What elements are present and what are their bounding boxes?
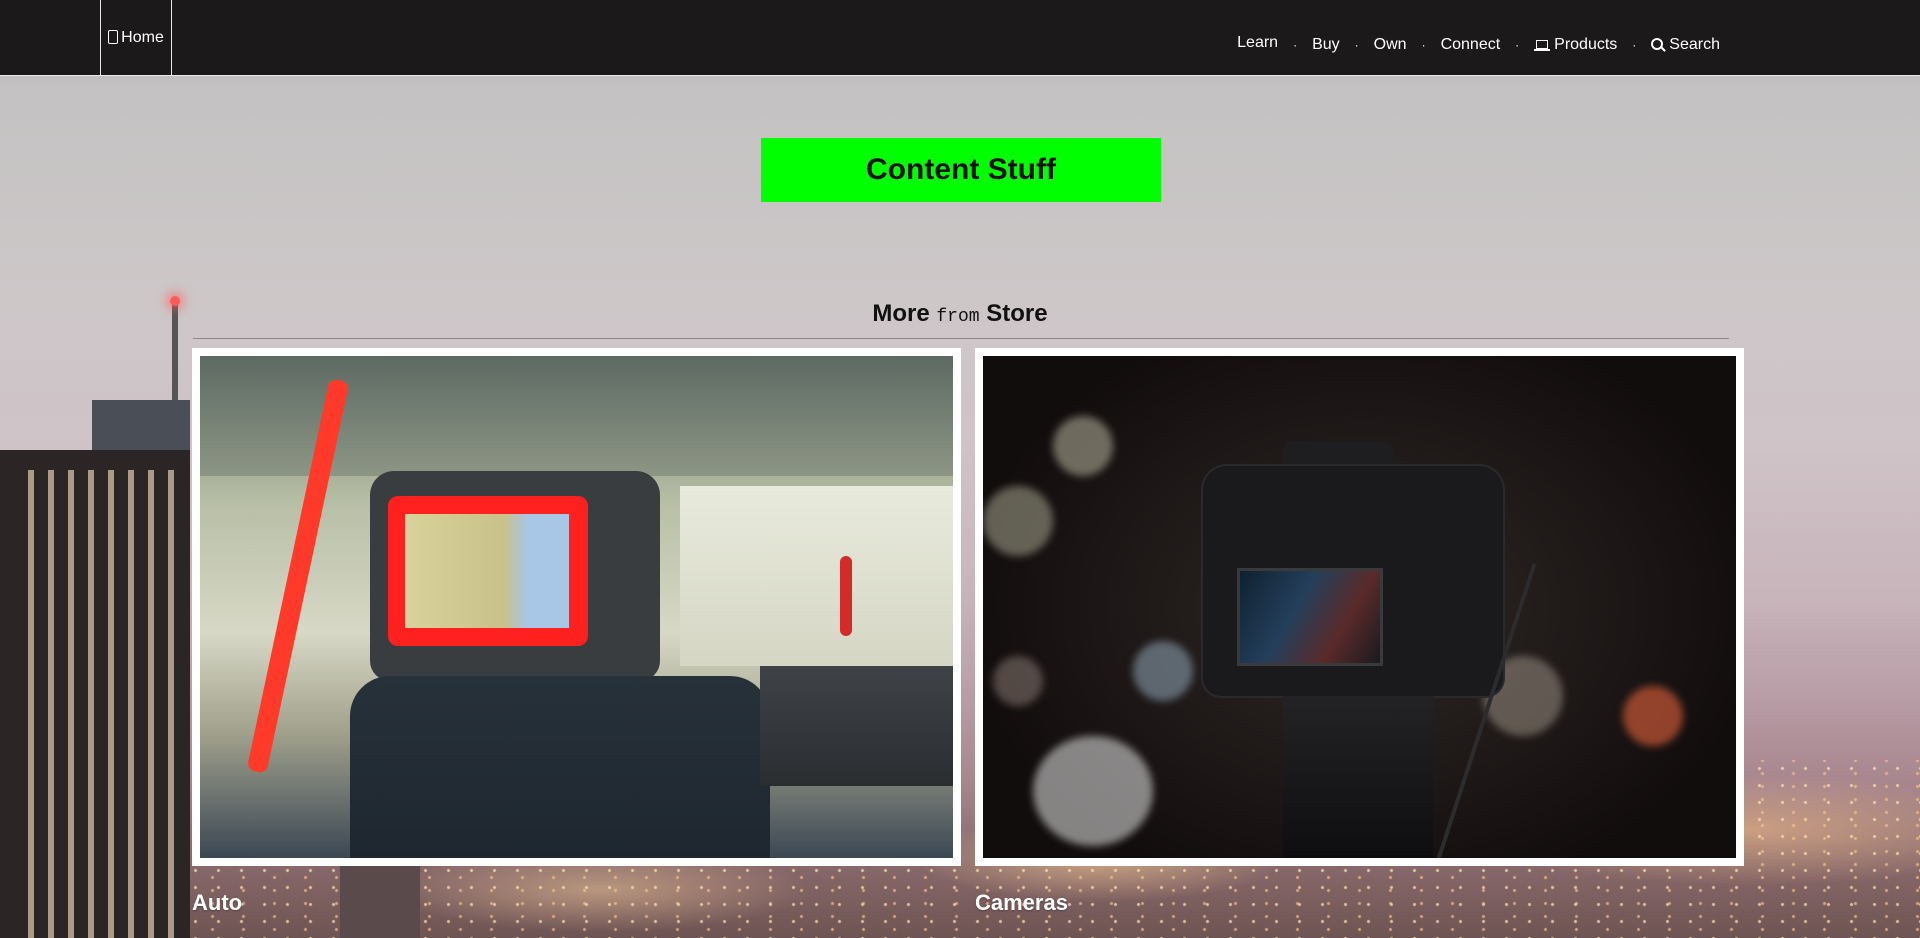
- nav-link-products[interactable]: Products: [1534, 36, 1617, 54]
- camera-tripod: [1283, 696, 1433, 858]
- bokeh-light: [1623, 686, 1683, 746]
- bokeh-light: [1033, 736, 1153, 846]
- car-interior-image: [200, 356, 953, 858]
- nav-links: Learn · Buy · Own · Connect · Products ·…: [1237, 34, 1720, 54]
- car-windshield: [680, 486, 953, 666]
- car-charm: [840, 556, 852, 636]
- nav-link-learn[interactable]: Learn: [1237, 34, 1278, 52]
- tower-top: [92, 400, 190, 450]
- card-caption-cameras[interactable]: Cameras: [975, 890, 1068, 916]
- camera-lcd: [1237, 568, 1383, 666]
- card-caption-auto[interactable]: Auto: [192, 890, 242, 916]
- nav-separator: ·: [1632, 38, 1637, 52]
- nav-separator: ·: [1515, 38, 1520, 52]
- card-cameras[interactable]: [975, 348, 1744, 866]
- nav-separator: ·: [1293, 38, 1298, 52]
- top-navbar: Home Learn · Buy · Own · Connect · Produ…: [0, 0, 1920, 76]
- search-icon: [1651, 38, 1665, 52]
- bokeh-light: [1133, 641, 1193, 701]
- section-title-mono: from: [936, 307, 980, 327]
- tower-windows: [28, 470, 188, 938]
- nav-link-own[interactable]: Own: [1374, 36, 1407, 54]
- bokeh-light: [983, 486, 1053, 556]
- car-seat: [350, 676, 770, 858]
- nav-link-label: Connect: [1440, 36, 1501, 53]
- card-auto[interactable]: [192, 348, 961, 866]
- nav-link-label: Learn: [1237, 34, 1279, 51]
- nav-link-connect[interactable]: Connect: [1441, 36, 1501, 54]
- content-stuff-button[interactable]: Content Stuff: [761, 138, 1161, 202]
- car-dashboard: [760, 666, 953, 786]
- laptop-icon: [1534, 39, 1551, 51]
- camera-image: [983, 356, 1736, 858]
- section-divider: [193, 338, 1729, 339]
- distant-tower: [340, 865, 420, 938]
- nav-link-label: Buy: [1312, 36, 1340, 53]
- nav-link-buy[interactable]: Buy: [1312, 36, 1340, 54]
- section-title-after: Store: [986, 300, 1048, 327]
- nav-separator: ·: [1421, 38, 1426, 52]
- nav-link-label: Products: [1554, 36, 1618, 53]
- section-title: More from Store: [0, 300, 1920, 328]
- nav-separator: ·: [1354, 38, 1359, 52]
- nav-link-search[interactable]: Search: [1651, 36, 1720, 54]
- headrest-screen: [405, 514, 569, 628]
- nav-link-label: Search: [1669, 36, 1720, 53]
- nav-link-label: Own: [1373, 36, 1407, 53]
- home-label: Home: [121, 28, 164, 46]
- home-button[interactable]: Home: [100, 0, 172, 75]
- bokeh-light: [993, 656, 1043, 706]
- section-title-before: More: [872, 300, 930, 327]
- home-icon: [108, 29, 119, 44]
- bokeh-light: [1053, 416, 1113, 476]
